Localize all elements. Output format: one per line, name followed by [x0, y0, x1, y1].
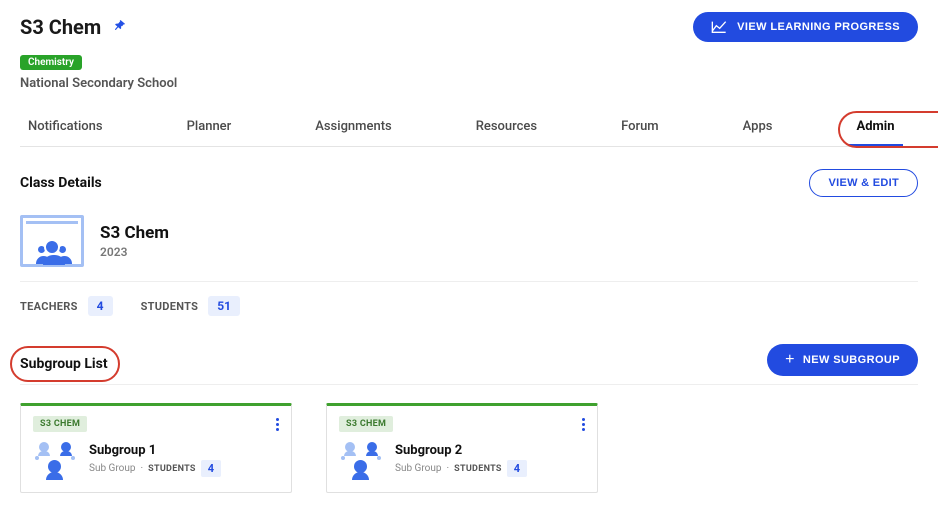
subgroup-people-icon [33, 442, 77, 478]
subgroup-type: Sub Group [395, 463, 441, 474]
subgroup-students-count: 4 [507, 460, 527, 477]
tab-admin[interactable]: Admin [848, 109, 902, 146]
subgroup-tag: S3 CHEM [339, 416, 393, 432]
view-learning-progress-label: VIEW LEARNING PROGRESS [737, 21, 900, 33]
subgroup-tag: S3 CHEM [33, 416, 87, 432]
page-title: S3 Chem [20, 15, 101, 39]
view-edit-button[interactable]: VIEW & EDIT [809, 169, 918, 197]
students-count[interactable]: STUDENTS 51 [141, 296, 240, 316]
more-menu-icon[interactable] [276, 418, 279, 431]
subgroup-students-label: STUDENTS [148, 464, 196, 474]
teachers-label: TEACHERS [20, 300, 78, 313]
tab-resources[interactable]: Resources [468, 109, 545, 146]
new-subgroup-button[interactable]: + NEW SUBGROUP [767, 344, 918, 376]
teachers-badge: 4 [88, 296, 113, 316]
new-subgroup-label: NEW SUBGROUP [803, 354, 900, 366]
class-icon [20, 215, 84, 267]
plus-icon: + [785, 352, 795, 368]
tab-apps[interactable]: Apps [735, 109, 781, 146]
subgroup-card[interactable]: S3 CHEM Subgroup 2 Sub Group · STUDENTS … [326, 403, 598, 493]
subgroup-list-title-wrap: Subgroup List [20, 348, 108, 380]
subgroup-name: Subgroup 2 [395, 443, 527, 458]
teachers-count[interactable]: TEACHERS 4 [20, 296, 113, 316]
more-menu-icon[interactable] [582, 418, 585, 431]
school-name: National Secondary School [20, 76, 918, 91]
subgroup-name: Subgroup 1 [89, 443, 221, 458]
subgroup-list-title: Subgroup List [20, 356, 108, 372]
tab-notifications[interactable]: Notifications [20, 109, 111, 146]
tab-planner[interactable]: Planner [179, 109, 240, 146]
subgroup-type: Sub Group [89, 463, 135, 474]
subgroup-students-label: STUDENTS [454, 464, 502, 474]
students-badge: 51 [208, 296, 240, 316]
tab-assignments[interactable]: Assignments [307, 109, 399, 146]
view-learning-progress-button[interactable]: VIEW LEARNING PROGRESS [693, 12, 918, 42]
class-details-title: Class Details [20, 175, 102, 191]
subgroup-card[interactable]: S3 CHEM Subgroup 1 Sub Group · STUDENTS … [20, 403, 292, 493]
class-year: 2023 [100, 245, 169, 259]
class-name: S3 Chem [100, 223, 169, 243]
subgroup-students-count: 4 [201, 460, 221, 477]
subject-badge: Chemistry [20, 55, 82, 70]
chart-line-icon [711, 20, 727, 34]
tab-bar: Notifications Planner Assignments Resour… [20, 109, 918, 147]
subgroup-people-icon [339, 442, 383, 478]
class-card: S3 Chem 2023 [20, 215, 918, 267]
pin-icon[interactable] [107, 15, 130, 39]
students-label: STUDENTS [141, 300, 199, 313]
tab-forum[interactable]: Forum [613, 109, 667, 146]
